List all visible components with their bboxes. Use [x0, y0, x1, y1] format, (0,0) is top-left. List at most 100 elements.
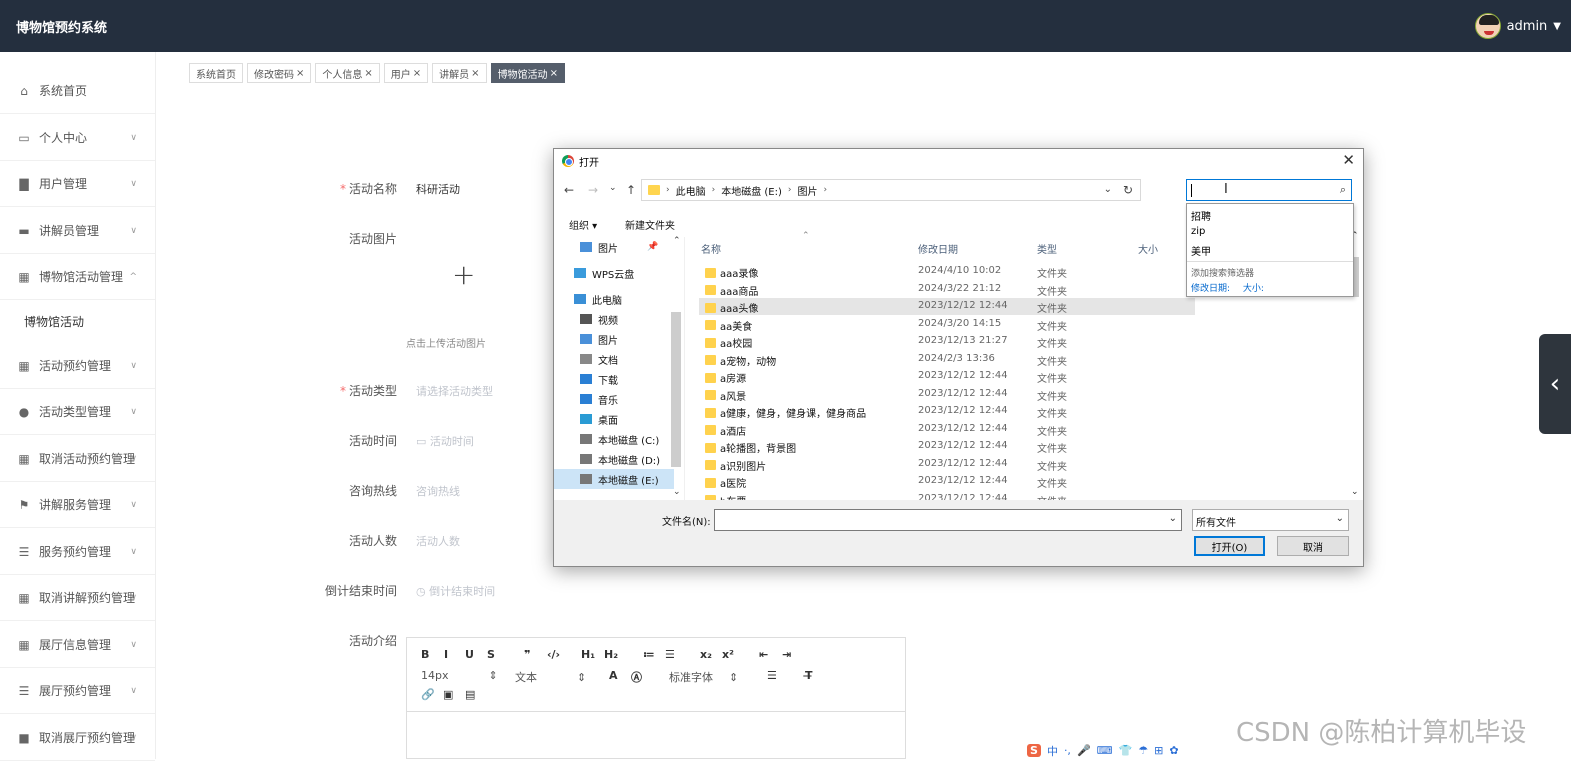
sidebar-item[interactable]: ▦ 活动预约管理 ∨ [0, 343, 155, 389]
nav-item-label[interactable]: 文档 [598, 352, 618, 367]
breadcrumb-item[interactable]: 此电脑 [676, 183, 706, 198]
nav-item[interactable]: 图片 [554, 329, 674, 349]
sidebar-item[interactable]: ⌂ 系统首页 [0, 68, 155, 114]
nav-item-label[interactable]: 桌面 [598, 412, 618, 427]
close-icon[interactable]: × [550, 68, 558, 79]
file-name-text[interactable]: a风景 [720, 388, 746, 403]
file-name[interactable]: aa校园 [705, 335, 752, 350]
indent-icon[interactable]: ⇥ [782, 648, 791, 661]
tab-label[interactable]: 个人信息 [322, 66, 362, 81]
bold-icon[interactable]: B [421, 648, 429, 661]
nav-item-label[interactable]: 音乐 [598, 392, 618, 407]
organize-menu[interactable]: 组织 ▾ [569, 217, 597, 232]
sidebar-item[interactable]: ▦ 展厅信息管理 ∨ [0, 622, 155, 668]
tab-label[interactable]: 用户 [391, 66, 411, 81]
file-name-text[interactable]: aaa录像 [720, 265, 758, 280]
nav-item[interactable]: 桌面 [554, 409, 674, 429]
upload-plus-icon[interactable]: + [452, 258, 475, 291]
tab-label[interactable]: 修改密码 [254, 66, 294, 81]
rich-text-editor[interactable]: 14px ⇕ 文本 ⇕ A Ⓐ 标准字体 ⇕ ☰ T̶ 🔗 ▣ ▤ B I U S ❞ ‹/› H… [406, 637, 906, 759]
chevron-down-icon[interactable]: ⌄ [1336, 513, 1344, 524]
file-name[interactable]: aaa头像 [705, 300, 758, 315]
file-row[interactable]: aa校园 2023/12/13 21:27 文件夹 [699, 333, 1195, 350]
file-name-text[interactable]: aaa商品 [720, 283, 758, 298]
nav-item[interactable]: 下载 [554, 369, 674, 389]
outdent-icon[interactable]: ⇤ [759, 648, 768, 661]
text-style-select[interactable]: 文本 ⇕ [515, 669, 586, 685]
ime-button[interactable]: ☂ [1138, 744, 1148, 757]
font-size-select[interactable]: 14px ⇕ [421, 669, 498, 682]
filter-date-link[interactable]: 修改日期: [1191, 284, 1230, 294]
file-row[interactable]: a健康，健身，健身课，健身商品 2023/12/12 12:44 文件夹 [699, 403, 1195, 420]
column-size[interactable]: 大小 [1138, 241, 1158, 256]
nav-item-label[interactable]: 本地磁盘 (D:) [598, 452, 660, 467]
sidebar-item[interactable]: ▇ 用户管理 ∨ [0, 161, 155, 207]
file-name[interactable]: a轮播图，背景图 [705, 440, 796, 455]
clear-format-icon[interactable]: T̶ [805, 669, 813, 682]
breadcrumb-item[interactable]: 图片 [798, 183, 818, 198]
chevron-down-icon[interactable]: ▼ [1553, 21, 1561, 32]
tab-label[interactable]: 讲解员 [439, 66, 469, 81]
back-arrow-icon[interactable]: ← [564, 183, 574, 197]
participant-count-input[interactable]: 活动人数 [416, 533, 460, 549]
ime-button[interactable]: ⌨ [1097, 744, 1113, 757]
breadcrumb-item[interactable]: 本地磁盘 (E:) [721, 183, 782, 198]
scroll-down-icon[interactable]: ⌄ [673, 487, 681, 497]
activity-time-input[interactable]: ▭ 活动时间 [416, 433, 474, 449]
file-row[interactable]: a医院 2023/12/12 12:44 文件夹 [699, 473, 1195, 490]
heading2-icon[interactable]: H₂ [604, 648, 618, 661]
collapse-handle[interactable]: ‹ [1539, 334, 1571, 434]
sidebar-item[interactable]: ▦ 取消讲解预约管理 ∨ [0, 575, 155, 621]
countdown-input[interactable]: ◷ 倒计结束时间 [416, 583, 495, 599]
background-color-icon[interactable]: Ⓐ [631, 669, 642, 685]
heading1-icon[interactable]: H₁ [581, 648, 595, 661]
activity-type-select[interactable]: 请选择活动类型 [416, 383, 493, 399]
ime-button[interactable]: S [1027, 744, 1041, 757]
file-name[interactable]: a识别图片 [705, 458, 766, 473]
sidebar-item[interactable]: ▦ 取消活动预约管理 ∨ [0, 436, 155, 482]
chevron-left-icon[interactable]: ‹ [1550, 369, 1560, 399]
sidebar-item[interactable]: ▦ 博物馆活动管理 ^ [0, 254, 155, 300]
nav-item[interactable]: 本地磁盘 (E:) [554, 469, 674, 489]
underline-icon[interactable]: U [465, 648, 474, 661]
nav-item[interactable]: 音乐 [554, 389, 674, 409]
close-icon[interactable]: × [364, 68, 372, 79]
nav-item[interactable]: WPS云盘 [554, 263, 674, 283]
open-button[interactable]: 打开(O) [1194, 536, 1265, 556]
tab-label[interactable]: 系统首页 [196, 66, 236, 81]
tab[interactable]: 用户 × [383, 63, 429, 83]
close-icon[interactable]: × [413, 68, 421, 79]
file-row[interactable]: aaa商品 2024/3/22 21:12 文件夹 [699, 281, 1195, 298]
close-icon[interactable]: × [296, 68, 304, 79]
search-input[interactable]: I ⌕ [1186, 179, 1352, 201]
filetype-value[interactable]: 所有文件 [1196, 518, 1236, 529]
font-color-icon[interactable]: A [609, 669, 618, 682]
file-row[interactable]: aaa录像 2024/4/10 10:02 文件夹 [699, 263, 1195, 280]
file-name[interactable]: aaa录像 [705, 265, 758, 280]
file-name[interactable]: aa美食 [705, 318, 752, 333]
file-name[interactable]: aaa商品 [705, 283, 758, 298]
subscript-icon[interactable]: x₂ [700, 648, 712, 661]
align-icon[interactable]: ☰ [767, 669, 777, 682]
file-name[interactable]: a宠物，动物 [705, 353, 776, 368]
new-folder-button[interactable]: 新建文件夹 [625, 217, 675, 232]
search-icon[interactable]: ⌕ [1340, 183, 1346, 197]
link-icon[interactable]: 🔗 [421, 688, 435, 701]
search-suggestion[interactable]: zip [1191, 226, 1205, 237]
chevron-down-icon[interactable]: ⌄ [1104, 184, 1112, 195]
nav-item[interactable]: 图片 [554, 237, 674, 257]
column-name[interactable]: 名称 [701, 241, 721, 256]
file-name-text[interactable]: aa校园 [720, 335, 752, 350]
ime-button[interactable]: 中 [1047, 743, 1058, 759]
file-name[interactable]: a健康，健身，健身课，健身商品 [705, 405, 866, 420]
cancel-button[interactable]: 取消 [1277, 536, 1349, 556]
file-row[interactable]: a宠物，动物 2024/2/3 13:36 文件夹 [699, 351, 1195, 368]
close-icon[interactable]: × [471, 68, 479, 79]
filename-input[interactable]: ⌄ [714, 509, 1182, 531]
ordered-list-icon[interactable]: ≔ [643, 648, 655, 661]
ime-button[interactable]: ⊞ [1154, 744, 1163, 757]
file-name-text[interactable]: aa美食 [720, 318, 752, 333]
file-name-text[interactable]: aaa头像 [720, 300, 758, 315]
search-suggestion[interactable]: 招聘 [1191, 208, 1211, 223]
file-row[interactable]: a风景 2023/12/12 12:44 文件夹 [699, 386, 1195, 403]
